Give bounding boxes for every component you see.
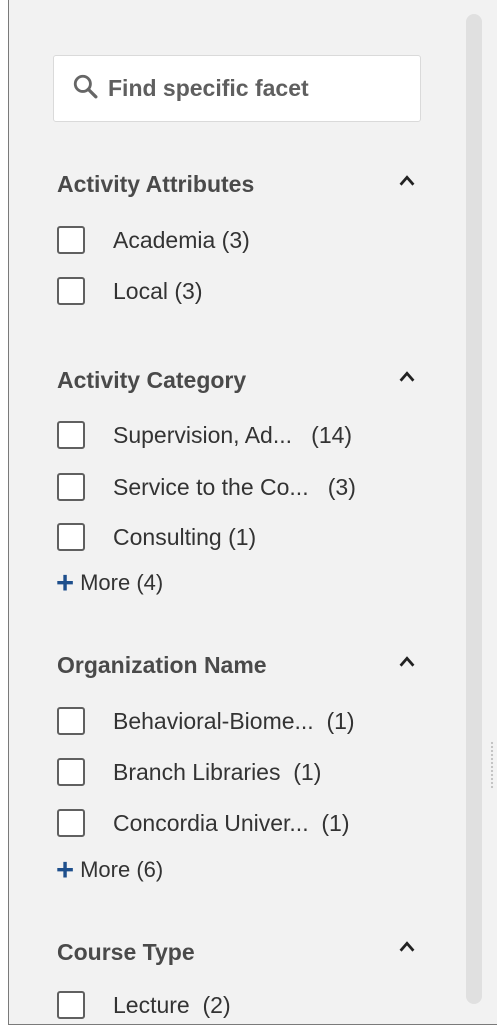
facet-option-academia[interactable]: Academia (3) <box>57 225 250 255</box>
chevron-up-icon[interactable] <box>396 366 418 388</box>
more-link-organization-name[interactable]: + More (6) <box>56 852 164 887</box>
facet-option-lecture[interactable]: Lecture (2) <box>57 990 231 1020</box>
checkbox[interactable] <box>57 758 85 786</box>
facet-option-label: Supervision, Ad... (14) <box>113 421 353 448</box>
checkbox[interactable] <box>57 277 85 305</box>
facet-option-label: Local (3) <box>113 277 203 304</box>
facet-option-local[interactable]: Local (3) <box>57 276 202 306</box>
facet-option-service[interactable]: Service to the Co... (3) <box>57 472 356 502</box>
facet-title-activity-attributes: Activity Attributes <box>57 171 255 197</box>
facet-option-label: Branch Libraries (1) <box>113 758 322 785</box>
facet-option-branch-libraries[interactable]: Branch Libraries (1) <box>57 757 321 787</box>
checkbox[interactable] <box>57 226 85 254</box>
plus-icon: + <box>56 565 75 600</box>
facet-search-input[interactable]: Find specific facet <box>53 55 421 122</box>
search-placeholder: Find specific facet <box>108 75 309 101</box>
more-link-activity-category[interactable]: + More (4) <box>56 565 164 600</box>
facet-option-concordia[interactable]: Concordia Univer... (1) <box>57 808 349 838</box>
search-icon <box>72 73 108 104</box>
checkbox[interactable] <box>57 991 85 1019</box>
chevron-up-icon[interactable] <box>396 936 418 958</box>
chevron-up-icon[interactable] <box>396 651 418 673</box>
facet-option-label: Concordia Univer... (1) <box>113 809 350 836</box>
facet-option-label: Behavioral-Biome... (1) <box>113 707 355 734</box>
resize-grip[interactable] <box>490 741 494 789</box>
scrollbar[interactable] <box>466 14 482 1004</box>
facet-title-activity-category: Activity Category <box>57 367 247 393</box>
facet-title-organization-name: Organization Name <box>57 652 267 678</box>
checkbox[interactable] <box>57 523 85 551</box>
checkbox[interactable] <box>57 809 85 837</box>
facet-option-label: Lecture (2) <box>113 991 231 1018</box>
facet-option-supervision[interactable]: Supervision, Ad... (14) <box>57 420 352 450</box>
checkbox[interactable] <box>57 707 85 735</box>
chevron-up-icon[interactable] <box>396 170 418 192</box>
facet-title-course-type: Course Type <box>57 939 195 965</box>
facet-option-label: Academia (3) <box>113 226 250 253</box>
facet-option-label: Consulting (1) <box>113 523 257 550</box>
checkbox[interactable] <box>57 421 85 449</box>
more-label: More (4) <box>80 570 164 595</box>
more-label: More (6) <box>80 857 164 882</box>
plus-icon: + <box>56 852 75 887</box>
facet-option-behavioral[interactable]: Behavioral-Biome... (1) <box>57 706 355 736</box>
facet-option-consulting[interactable]: Consulting (1) <box>57 522 256 552</box>
facet-option-label: Service to the Co... (3) <box>113 473 356 500</box>
checkbox[interactable] <box>57 473 85 501</box>
